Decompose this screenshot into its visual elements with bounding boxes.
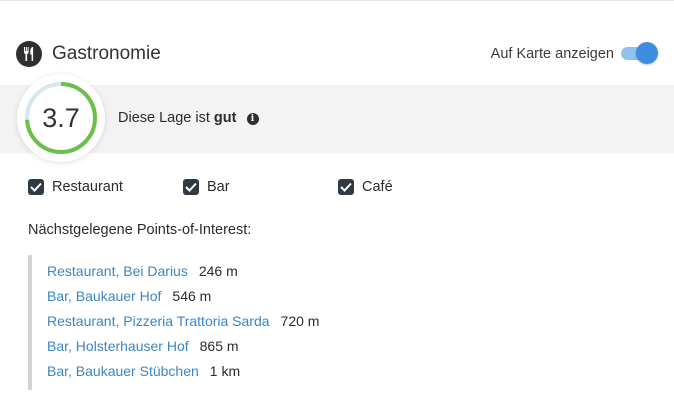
section-title: Gastronomie (52, 43, 161, 64)
poi-distance: 720 m (280, 313, 320, 329)
poi-distance: 865 m (199, 338, 239, 354)
checkbox-restaurant[interactable] (28, 179, 44, 195)
poi-distance: 546 m (172, 288, 212, 304)
rating-grade: gut (213, 110, 237, 126)
checkbox-cafe[interactable] (338, 179, 354, 195)
top-divider (0, 0, 674, 1)
list-item: Restaurant, Bei Darius 246 m (47, 261, 238, 281)
filter-restaurant[interactable]: Restaurant (28, 178, 123, 196)
score-gauge: 3.7 (17, 74, 105, 162)
info-icon[interactable]: i (246, 113, 259, 125)
toggle-knob (636, 42, 658, 64)
poi-link[interactable]: Bar, Baukauer Hof (47, 288, 161, 304)
rating-description: Diese Lage ist gut i (118, 110, 259, 126)
filter-cafe[interactable]: Café (338, 178, 393, 196)
check-icon (30, 182, 42, 192)
cutlery-icon (16, 41, 42, 67)
section-header: Gastronomie Auf Karte anzeigen (16, 38, 658, 70)
check-icon (340, 182, 352, 192)
poi-link[interactable]: Bar, Holsterhauser Hof (47, 338, 189, 354)
poi-link[interactable]: Restaurant, Pizzeria Trattoria Sarda (47, 313, 270, 329)
map-toggle-label: Auf Karte anzeigen (490, 46, 614, 62)
poi-distance: 1 km (209, 363, 241, 379)
checkbox-bar[interactable] (183, 179, 199, 195)
poi-link[interactable]: Bar, Baukauer Stübchen (47, 363, 199, 379)
list-item: Bar, Baukauer Hof 546 m (47, 286, 211, 306)
poi-list: Restaurant, Bei Darius 246 m Bar, Baukaue… (28, 255, 432, 390)
check-icon (185, 182, 197, 192)
list-item: Bar, Holsterhauser Hof 865 m (47, 336, 239, 356)
list-item: Bar, Baukauer Stübchen 1 km (47, 361, 240, 381)
filter-label: Restaurant (52, 179, 123, 195)
poi-link[interactable]: Restaurant, Bei Darius (47, 263, 188, 279)
poi-distance: 246 m (198, 263, 238, 279)
score-value: 3.7 (42, 103, 80, 133)
list-item: Restaurant, Pizzeria Trattoria Sarda 720 … (47, 311, 319, 331)
filter-bar[interactable]: Bar (183, 178, 230, 196)
rating-prefix: Diese Lage ist (118, 110, 210, 126)
poi-heading: Nächstgelegene Points-of-Interest: (28, 222, 252, 238)
show-on-map-toggle[interactable] (620, 42, 658, 64)
filter-label: Bar (207, 179, 230, 195)
filter-label: Café (362, 179, 393, 195)
